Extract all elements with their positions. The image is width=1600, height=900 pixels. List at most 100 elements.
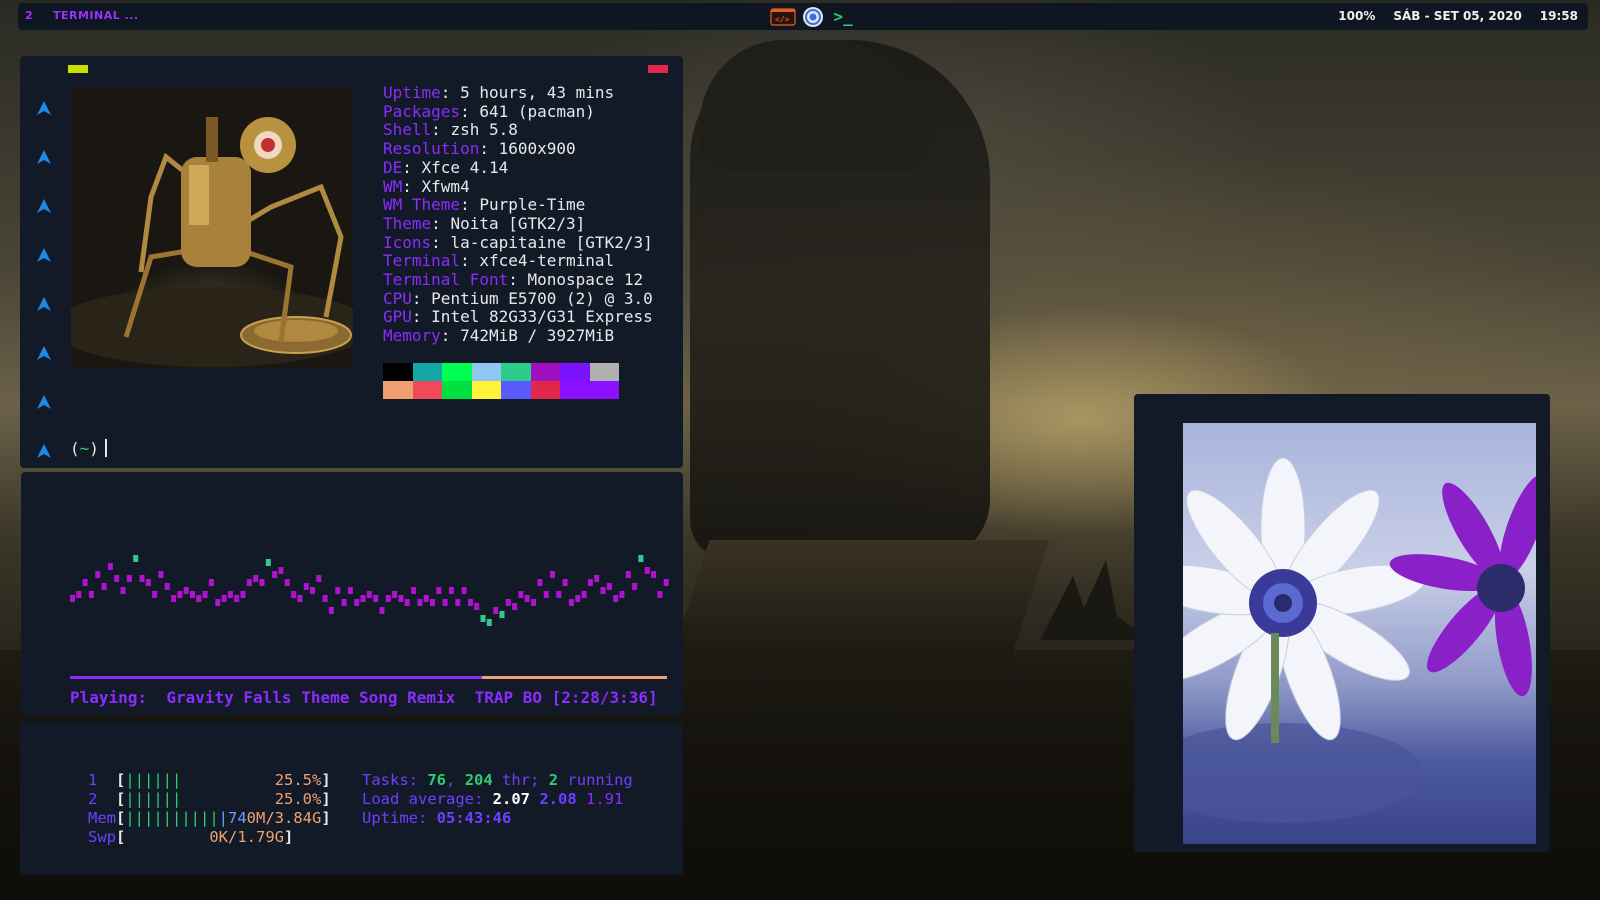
image-viewer-window[interactable] [1134,394,1550,852]
date-display[interactable]: SÁB - SET 05, 2020 [1393,9,1521,23]
info-line: Resolution: 1600x900 [383,139,576,159]
visualizer-bar [177,591,183,598]
now-playing: Playing: Gravity Falls Theme Song Remix … [70,688,658,707]
cpu2-percent: 25.0% [274,790,322,808]
chromium-icon[interactable] [800,6,826,27]
visualizer-bar [221,595,227,602]
palette-swatch [471,381,501,399]
running-count: 2 [548,771,559,789]
visualizer-bar [632,583,638,590]
visualizer-bar [417,599,423,606]
visualizer-bar [442,599,448,606]
code-editor-icon[interactable]: </> [770,6,796,27]
info-value: Monospace 12 [527,270,644,290]
arch-logo-icon [34,100,54,149]
visualizer-bar [385,595,391,602]
info-line: Terminal: xfce4-terminal [383,251,615,271]
info-key: Memory [383,326,441,346]
mem-bar-cache: |74 [218,809,247,827]
swap-value: 0K/1.79G [209,828,284,846]
visualizer-bar [202,591,208,598]
visualizer-bar [126,575,132,582]
info-key: Terminal [383,251,461,271]
track-title: Gravity Falls Theme Song Remix [166,688,456,707]
visualizer-bar [411,587,417,594]
palette-swatch [501,363,531,381]
playing-label: Playing: [70,688,148,707]
htop-terminal[interactable]: 1 [|||||| 25.5%] 2 [|||||| 25.0%] Mem[||… [20,722,683,875]
visualizer-bar [430,599,435,606]
palette-swatch [589,381,619,399]
visualizer-bar [272,571,278,578]
info-key: Resolution [383,139,480,159]
visualizer-bar [543,591,549,598]
visualizer-bar [171,595,177,602]
arch-logo-icon [34,149,54,198]
visualizer-bar [246,579,252,586]
visualizer-bar [398,595,404,602]
neofetch-terminal[interactable]: Uptime: 5 hours, 43 mins Packages: 641 (p… [20,56,683,468]
visualizer-bar [335,587,341,594]
info-line: CPU: Pentium E5700 (2) @ 3.0 [383,288,653,308]
visualizer-bar [663,579,669,586]
minimize-button[interactable] [68,65,88,73]
palette-swatch [560,363,590,381]
visualizer-bar [278,567,284,574]
visualizer-bar [644,567,650,574]
music-visualizer-terminal[interactable]: Playing: Gravity Falls Theme Song Remix … [21,472,683,715]
visualizer-bar [120,587,126,594]
info-value: Purple-Time [479,195,586,215]
visualizer-bar [341,599,347,606]
arch-logo-icon [34,198,54,247]
svg-text:</>: </> [775,15,790,24]
close-button[interactable] [648,65,668,73]
visualizer-bar [253,575,259,582]
visualizer-bar [139,575,145,582]
visualizer-bar [568,599,574,606]
terminal-icon[interactable]: >_ [830,6,856,27]
track-progress-bar[interactable] [70,676,667,679]
visualizer-bar [373,595,379,602]
cpu2-label: 2 [88,790,98,808]
cpu1-bar: |||||| [125,771,182,789]
active-window-title[interactable]: TERMINAL ... [53,9,139,22]
tasks-count: 76 [427,771,447,789]
palette-swatch [501,381,531,399]
battery-level[interactable]: 100% [1338,9,1375,23]
cpu2-bar: |||||| [125,790,182,808]
steampunk-spider-image [71,87,353,368]
visualizer-bar [379,607,385,614]
track-time: [2:28/3:36] [551,688,658,707]
info-value: zsh 5.8 [450,120,518,140]
info-value: 5 hours, 43 mins [460,83,615,102]
arch-logo-icon [34,247,54,296]
visualizer-bar [322,595,328,602]
visualizer-bar [145,579,151,586]
shell-prompt[interactable]: (~) [70,439,107,458]
visualizer-bar [227,591,233,598]
visualizer-bar [657,591,663,598]
visualizer-bar [404,599,410,606]
visualizer-bar [303,583,309,590]
info-line: Terminal Font: Monospace 12 [383,270,644,290]
palette-swatch [383,363,413,381]
text-cursor [104,439,107,457]
info-value: Xfwm4 [421,176,470,196]
visualizer-bar [196,595,202,602]
visualizer-bar [190,591,195,598]
palette-swatch [530,363,560,381]
visualizer-bar [133,555,139,562]
status-area: 100% SÁB - SET 05, 2020 19:58 [1338,9,1578,23]
visualizer-bar [556,591,562,598]
visualizer-bar [215,599,221,606]
visualizer-bar [613,595,619,602]
info-key: Theme [383,213,432,233]
clock[interactable]: 19:58 [1540,9,1578,23]
visualizer-bar [101,583,107,590]
visualizer-bar [259,579,265,586]
threads-label: thr; [502,771,540,789]
palette-swatch [442,381,472,399]
workspace-indicator[interactable]: 2 [25,9,33,22]
threads-count: 204 [464,771,493,789]
palette-swatch [560,381,590,399]
